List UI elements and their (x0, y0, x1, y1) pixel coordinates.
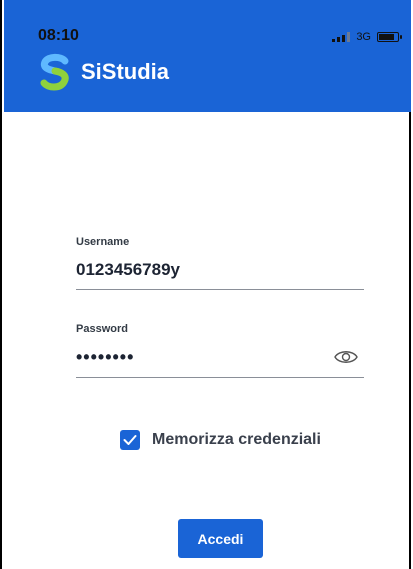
username-label: Username (76, 236, 130, 248)
battery-icon (377, 32, 402, 42)
password-label: Password (76, 323, 128, 335)
app-name: SiStudia (81, 59, 170, 84)
network-type: 3G (356, 31, 371, 43)
password-underline (76, 377, 364, 378)
username-field[interactable]: Username 0123456789y (76, 236, 364, 292)
logo-icon (40, 53, 69, 91)
check-icon (123, 435, 137, 445)
password-input[interactable]: •••••••• (76, 347, 364, 369)
password-field[interactable]: Password •••••••• (76, 323, 364, 379)
username-underline (76, 289, 364, 290)
remember-label: Memorizza credenziali (152, 431, 321, 448)
signal-icon (332, 32, 351, 42)
remember-checkbox[interactable] (120, 430, 140, 450)
app-header: 08:10 3G SiStudia (4, 0, 411, 112)
status-icons: 3G (332, 31, 402, 43)
status-time: 08:10 (38, 27, 79, 44)
brand: SiStudia (38, 53, 169, 91)
remember-credentials-toggle[interactable]: Memorizza credenziali (120, 430, 321, 450)
phone-screen: 08:10 3G SiStudia Username 0123456789y P… (0, 0, 411, 569)
eye-icon[interactable] (334, 349, 358, 365)
username-input[interactable]: 0123456789y (76, 260, 364, 282)
login-button[interactable]: Accedi (178, 519, 263, 558)
